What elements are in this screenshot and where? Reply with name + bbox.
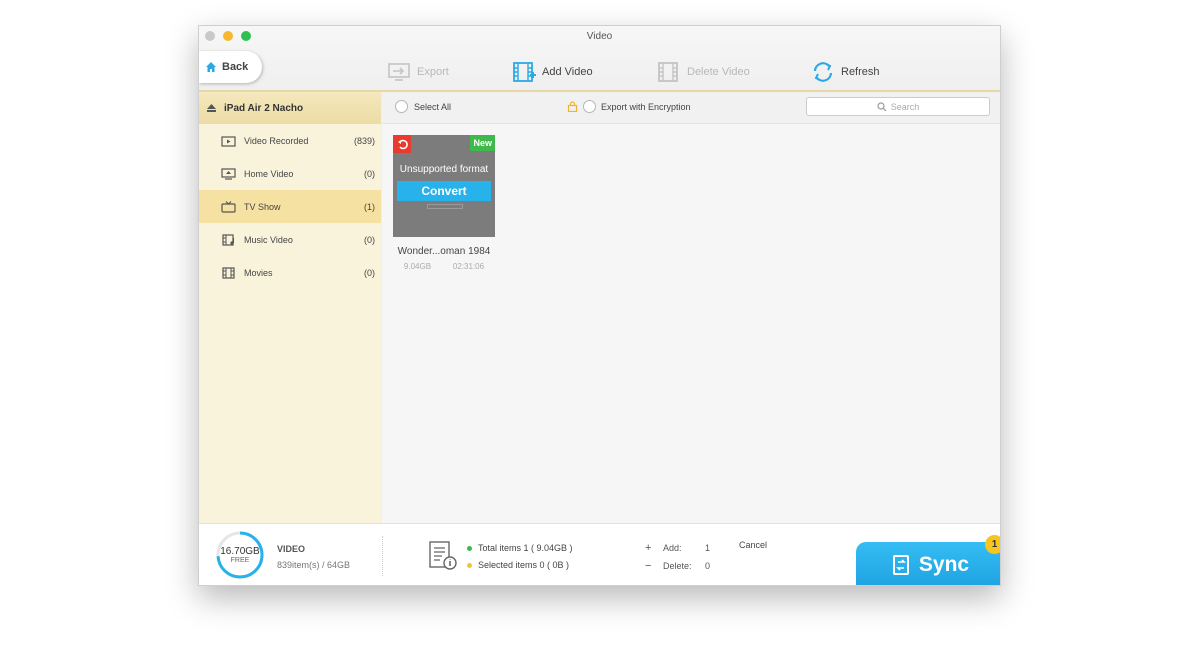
add-video-icon [513,62,536,82]
sidebar: iPad Air 2 Nacho Video Recorded (839) Ho… [199,92,382,523]
undo-icon [397,139,408,149]
delete-video-button[interactable]: Delete Video [657,61,750,83]
home-icon [206,62,216,72]
video-size: 9.04GB [403,262,432,271]
search-placeholder: Search [890,101,920,112]
refresh-label: Refresh [841,66,880,78]
delete-summary: − Delete: 0 [645,560,710,572]
sidebar-item-count: (0) [364,234,375,245]
export-label: Export [417,66,449,78]
select-all-checkbox[interactable]: Select All [395,100,451,113]
sync-button[interactable]: Sync [856,542,1000,585]
cancel-button[interactable]: Cancel [735,539,771,551]
content-toolbar: Select All Export with Encryption Search [382,92,1000,124]
sync-label: Sync [918,553,970,576]
delete-label: Delete: [663,561,692,571]
selected-dot [467,562,472,568]
sidebar-item-movies[interactable]: Movies (0) [199,256,381,289]
sidebar-item-home-video[interactable]: Home Video (0) [199,157,381,190]
main-content: Select All Export with Encryption Search… [382,92,1000,523]
footer-divider [382,536,383,576]
search-icon [877,101,887,111]
export-button[interactable]: Export [387,61,449,83]
refresh-icon [813,62,833,82]
window-title: Video [586,31,613,42]
sidebar-item-label: Video Recorded [244,135,309,146]
total-dot [467,545,472,551]
sidebar-item-label: TV Show [244,201,281,212]
checkbox[interactable] [583,100,596,113]
sync-count-badge: 1 [985,535,1000,554]
video-meta: 9.04GB 02:31:06 [393,262,495,271]
plus-icon: + [645,542,652,554]
category-label: VIDEO [277,544,306,554]
status-footer: 16.70GB FREE VIDEO 839item(s) / 64GB Tot… [199,523,1000,585]
sidebar-item-tv-show[interactable]: TV Show (1) [199,190,381,223]
music-video-icon [222,233,234,246]
unsupported-format-text: Unsupported format [399,164,489,175]
lock-icon [567,101,578,112]
total-items-text: Total items 1 ( 9.04GB ) [478,543,573,553]
device-name: iPad Air 2 Nacho [224,102,304,114]
document-info-icon [429,541,457,570]
sync-icon [892,555,909,575]
sidebar-item-label: Home Video [244,168,294,179]
checkbox[interactable] [395,100,408,113]
sidebar-item-count: (0) [364,267,375,278]
storage-indicator: 16.70GB FREE [215,530,265,580]
eject-icon[interactable] [207,104,216,112]
sidebar-item-label: Movies [244,267,273,278]
add-label: Add: [663,543,682,553]
sidebar-item-count: (1) [364,201,375,212]
add-count: 1 [705,543,711,553]
back-label: Back [222,61,249,73]
add-video-button[interactable]: Add Video [512,61,593,83]
video-title: Wonder...oman 1984 [397,246,491,257]
video-card[interactable]: New Unsupported format Convert Wonder...… [393,135,495,271]
selected-items-stat: Selected items 0 ( 0B ) [467,560,569,570]
device-row[interactable]: iPad Air 2 Nacho [199,92,381,124]
progress-track [427,204,463,209]
export-encryption-label: Export with Encryption [601,101,691,112]
sidebar-item-count: (0) [364,168,375,179]
add-summary: + Add: 1 [645,542,710,554]
tv-icon [221,200,236,213]
minus-icon: − [645,560,652,572]
back-button[interactable]: Back [199,51,262,83]
new-badge: New [470,135,495,151]
sidebar-item-count: (839) [353,135,375,146]
add-video-label: Add Video [542,66,593,78]
sidebar-item-video-recorded[interactable]: Video Recorded (839) [199,124,381,157]
storage-free-label: FREE [230,557,250,564]
sidebar-item-label: Music Video [244,234,293,245]
export-icon [388,63,410,81]
film-icon [222,266,235,279]
selected-items-text: Selected items 0 ( 0B ) [478,560,570,570]
monitor-icon [221,167,236,180]
delete-video-icon [658,62,678,82]
refresh-button[interactable]: Refresh [811,61,880,83]
undo-badge[interactable] [393,135,411,153]
delete-video-label: Delete Video [687,66,750,78]
delete-count: 0 [705,561,711,571]
video-duration: 02:31:06 [452,262,485,271]
convert-button[interactable]: Convert [397,181,491,201]
category-usage: 839item(s) / 64GB [277,560,351,570]
app-window: Video Back Export Add Video Delete Video… [198,25,1001,586]
title-bar: Video Back Export Add Video Delete Video… [199,26,1000,92]
select-all-label: Select All [414,101,452,112]
sidebar-item-music-video[interactable]: Music Video (0) [199,223,381,256]
search-input[interactable]: Search [806,97,990,116]
storage-free-amount: 16.70GB [220,546,260,557]
video-thumbnail[interactable]: New Unsupported format Convert [393,135,495,237]
export-encryption-checkbox[interactable]: Export with Encryption [567,100,691,113]
video-camera-icon [221,135,236,147]
total-items-stat: Total items 1 ( 9.04GB ) [467,543,573,553]
